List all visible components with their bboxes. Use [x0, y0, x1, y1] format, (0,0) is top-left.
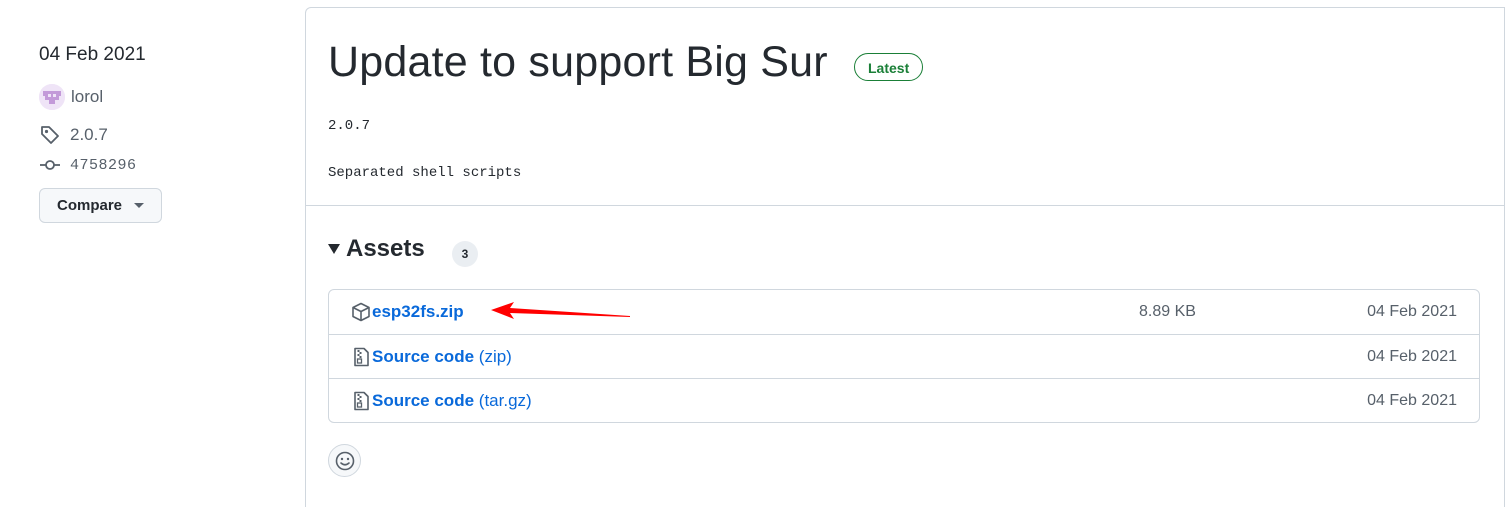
asset-date: 04 Feb 2021 [1367, 303, 1457, 320]
git-commit-icon [39, 154, 61, 176]
asset-link[interactable]: Source code (zip) [372, 347, 512, 367]
section-divider [306, 205, 1504, 206]
author-link[interactable]: lorol [39, 84, 103, 110]
caret-down-icon [134, 203, 145, 208]
package-icon [351, 302, 371, 322]
commit-link[interactable]: 4758296 [39, 154, 137, 176]
assets-count-badge: 3 [452, 241, 478, 267]
asset-date: 04 Feb 2021 [1367, 348, 1457, 365]
asset-size: 8.89 KB [1139, 303, 1196, 320]
asset-format[interactable]: (zip) [479, 347, 512, 366]
smiley-icon [335, 451, 354, 470]
tag-link[interactable]: 2.0.7 [39, 124, 108, 146]
release-card: Update to support Big Sur Latest 2.0.7 S… [305, 7, 1505, 507]
add-reaction-button[interactable] [328, 444, 361, 477]
asset-name[interactable]: esp32fs.zip [372, 302, 464, 321]
asset-name[interactable]: Source code [372, 347, 474, 366]
commit-sha[interactable]: 4758296 [70, 157, 137, 174]
latest-badge: Latest [854, 53, 924, 81]
asset-name[interactable]: Source code [372, 391, 474, 410]
tag-icon [39, 124, 61, 146]
file-zip-icon [351, 391, 371, 411]
release-body-version: 2.0.7 [328, 118, 371, 134]
asset-row: Source code (tar.gz) 04 Feb 2021 [329, 379, 1479, 423]
author-name[interactable]: lorol [71, 87, 103, 107]
asset-date: 04 Feb 2021 [1367, 392, 1457, 409]
asset-link[interactable]: esp32fs.zip [372, 302, 464, 322]
release-body-description: Separated shell scripts [328, 165, 522, 181]
assets-toggle[interactable]: Assets [328, 235, 425, 263]
asset-format[interactable]: (tar.gz) [479, 391, 532, 410]
compare-label: Compare [56, 197, 123, 214]
asset-link[interactable]: Source code (tar.gz) [372, 391, 532, 411]
file-zip-icon [351, 347, 371, 367]
red-arrow-annotation [491, 302, 630, 319]
asset-row: Source code (zip) 04 Feb 2021 [329, 335, 1479, 379]
triangle-down-icon [328, 244, 340, 254]
assets-label: Assets [346, 235, 425, 262]
author-avatar[interactable] [39, 84, 65, 110]
release-date: 04 Feb 2021 [39, 44, 146, 65]
compare-button[interactable]: Compare [39, 188, 162, 223]
tag-name[interactable]: 2.0.7 [70, 125, 108, 145]
release-title[interactable]: Update to support Big Sur [328, 38, 828, 87]
